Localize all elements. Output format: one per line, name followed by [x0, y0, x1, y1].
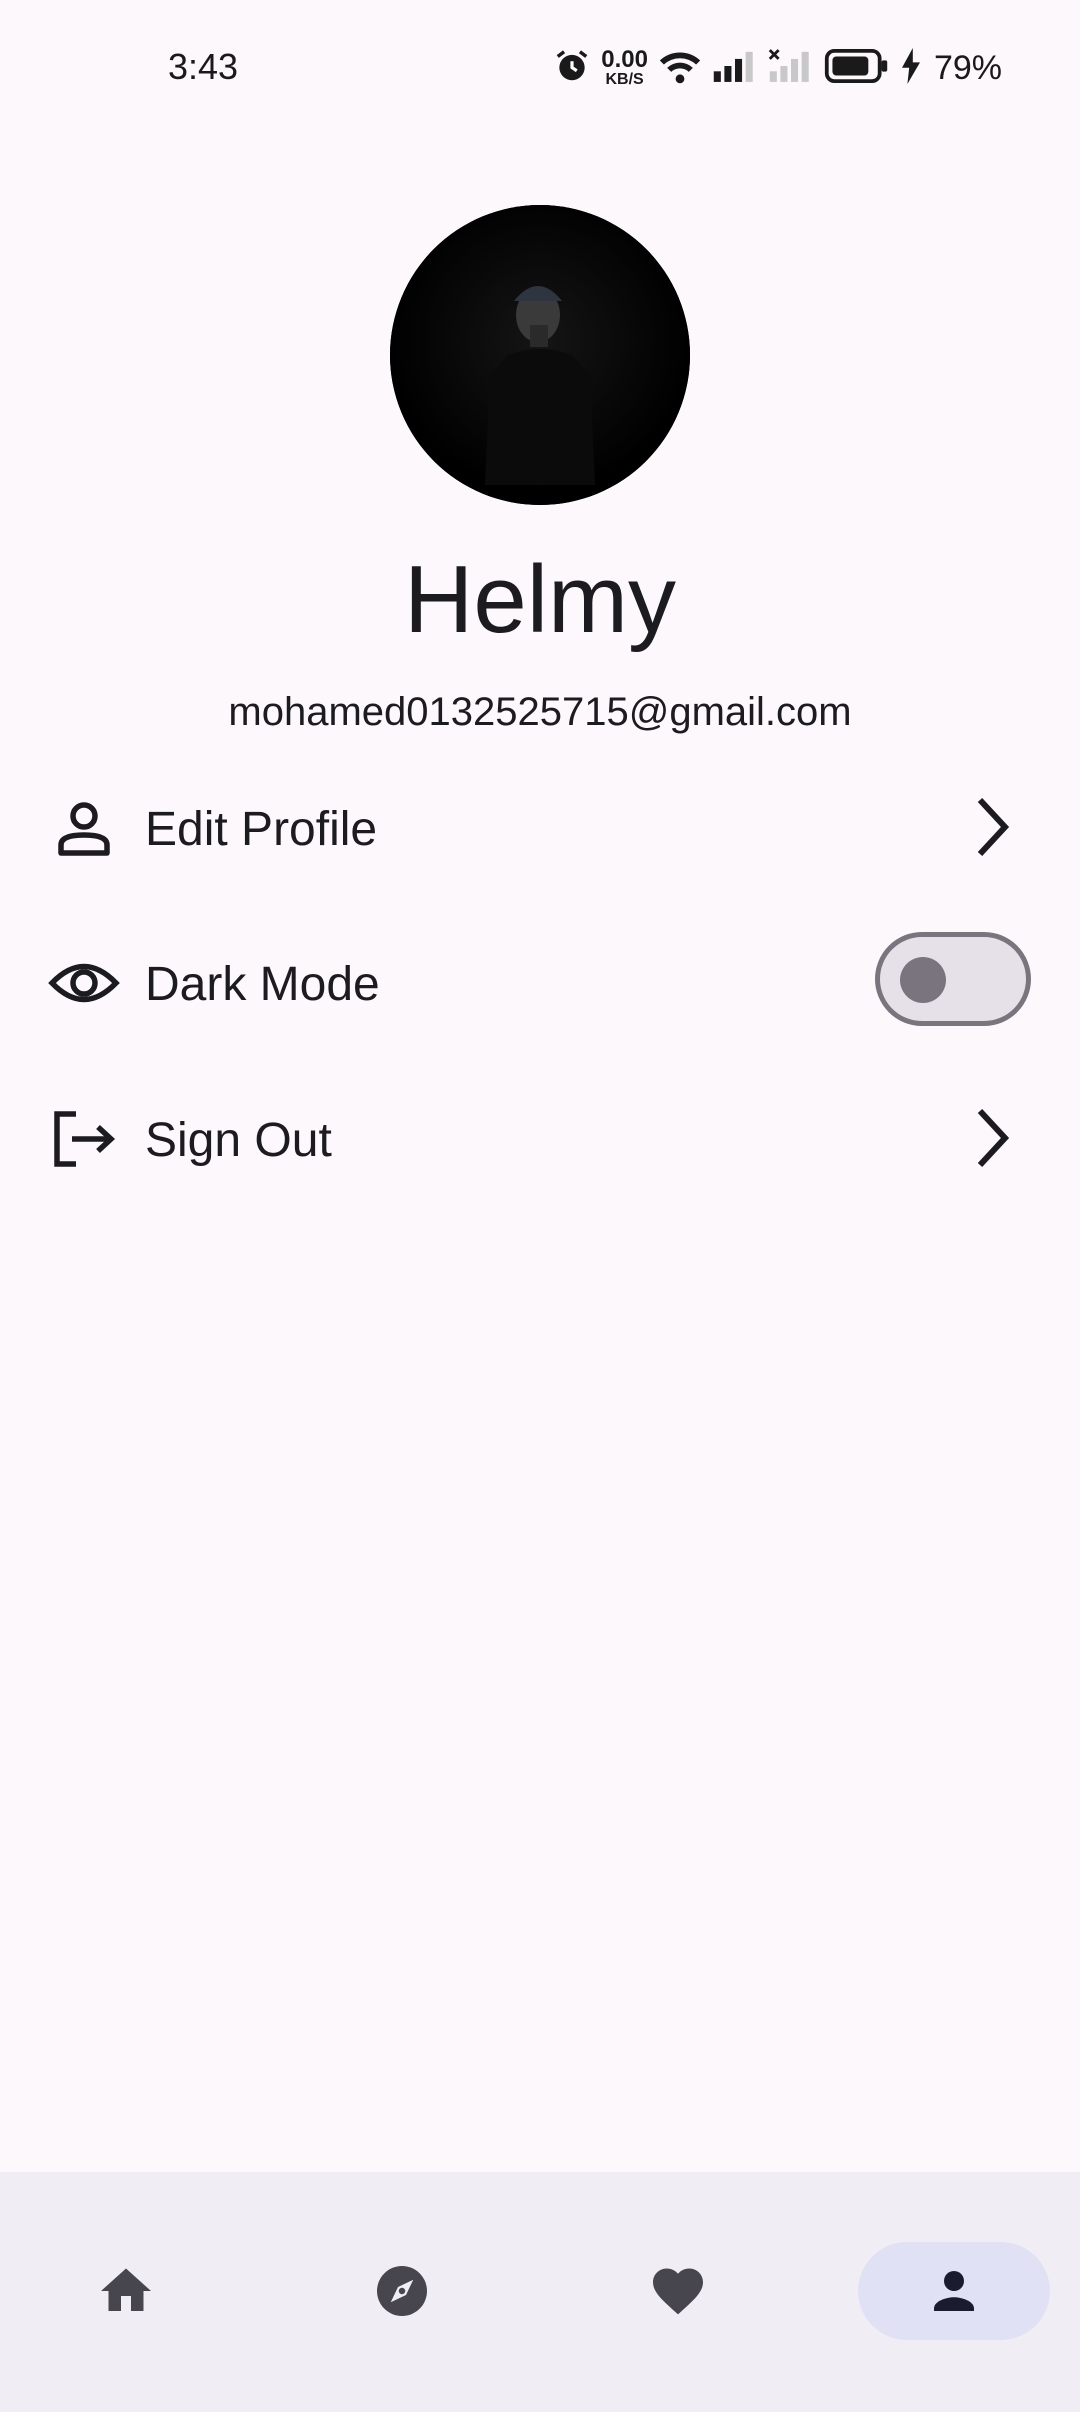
explore-icon — [377, 2266, 427, 2316]
avatar-photo — [390, 205, 690, 505]
wifi-icon — [658, 47, 702, 90]
logout-icon — [48, 1108, 120, 1170]
network-speed: 0.00 KB/S — [601, 46, 648, 88]
battery-percent: 79% — [933, 48, 1002, 87]
avatar — [390, 205, 690, 505]
nav-home[interactable] — [30, 2242, 222, 2340]
edit-profile-item[interactable]: Edit Profile — [0, 752, 1080, 902]
edit-profile-label: Edit Profile — [145, 803, 378, 856]
sign-out-label: Sign Out — [145, 1114, 332, 1167]
profile-email: mohamed0132525715@gmail.com — [228, 690, 852, 734]
signal-no-service-icon — [768, 48, 814, 89]
status-icons: 0.00 KB/S 79% — [553, 44, 1002, 92]
bottom-navigation — [0, 2172, 1080, 2412]
battery-icon — [824, 48, 890, 88]
alarm-icon — [553, 47, 591, 90]
person-icon — [934, 2271, 974, 2311]
dark-mode-switch[interactable] — [875, 932, 1031, 1026]
dark-mode-label: Dark Mode — [145, 958, 380, 1011]
nav-profile[interactable] — [858, 2242, 1050, 2340]
status-time: 3:43 — [168, 46, 239, 87]
eye-icon — [48, 952, 120, 1014]
sign-out-item[interactable]: Sign Out — [0, 1063, 1080, 1213]
charging-icon — [900, 47, 922, 89]
nav-favorites[interactable] — [582, 2242, 774, 2340]
signal-icon — [712, 48, 758, 89]
home-icon — [101, 2268, 151, 2311]
chevron-right-icon — [960, 792, 1020, 862]
person-outline-icon — [48, 797, 120, 859]
chevron-right-icon — [960, 1103, 1020, 1173]
switch-thumb — [900, 957, 946, 1003]
profile-name: Helmy — [403, 546, 676, 653]
status-bar: 3:43 0.00 KB/S 79% — [0, 0, 1080, 140]
heart-icon — [653, 2268, 703, 2315]
nav-explore[interactable] — [306, 2242, 498, 2340]
